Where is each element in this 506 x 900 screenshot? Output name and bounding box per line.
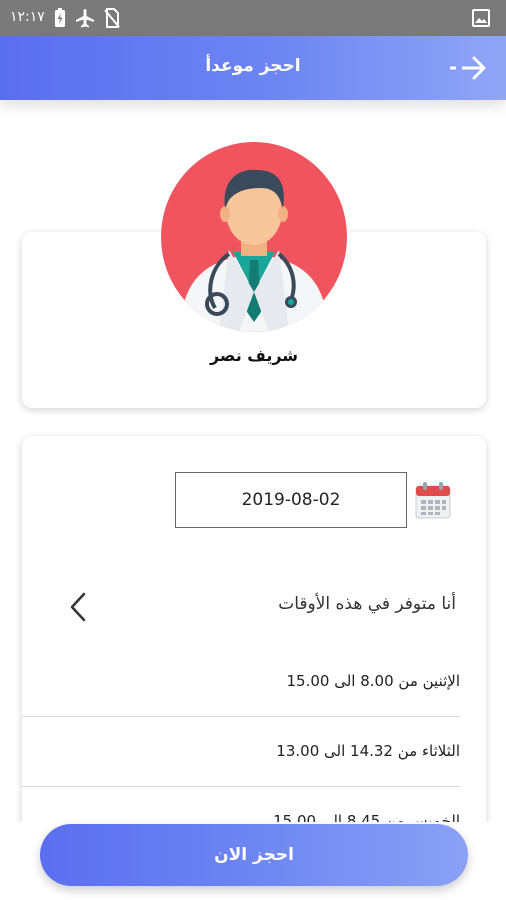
doctor-avatar-icon (161, 142, 347, 332)
calendar-icon[interactable] (414, 480, 452, 520)
page-title: احجز موعدأ (205, 56, 301, 76)
app-bar: احجز موعدأ (0, 36, 506, 100)
book-now-button[interactable]: احجز الان (40, 824, 468, 886)
airplane-mode-icon (76, 9, 94, 28)
availability-title: أنا متوفر في هذه الأوقات (278, 594, 456, 614)
divider (22, 786, 460, 787)
arrow-right-icon[interactable] (448, 54, 488, 82)
time-slot: الثلاثاء من 14.32 الى 13.00 (276, 742, 460, 760)
status-bar: ١٢:١٧ (0, 0, 506, 36)
divider (22, 716, 460, 717)
no-sim-icon (104, 8, 120, 28)
schedule-card: 2019-08-02 أنا متوفر في هذه الأوقات الإث… (22, 436, 486, 856)
doctor-name: شريف نصر (209, 346, 299, 365)
status-icons (54, 8, 120, 28)
status-time: ١٢:١٧ (10, 9, 45, 25)
date-field[interactable]: 2019-08-02 (175, 472, 407, 528)
time-slot: الإثنين من 8.00 الى 15.00 (286, 672, 461, 690)
chevron-left-icon[interactable] (66, 590, 90, 624)
image-icon (472, 9, 490, 27)
battery-charging-icon (55, 8, 65, 27)
